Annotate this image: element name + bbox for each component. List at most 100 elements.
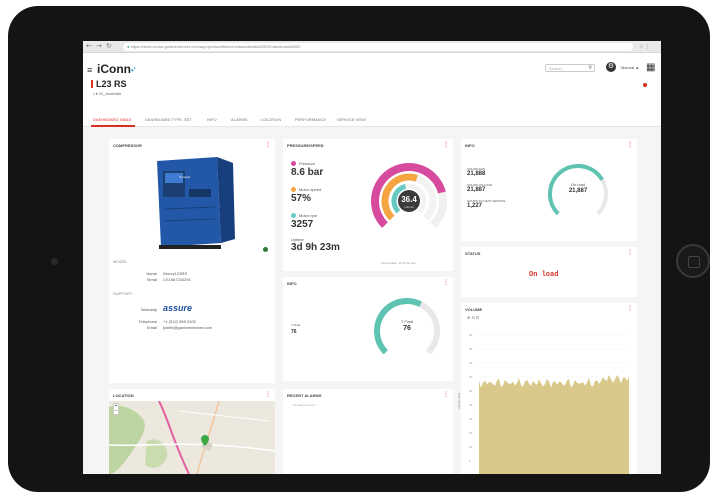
- uptime-value: 3d 9h 23m: [291, 242, 340, 253]
- tab-dashboard-type[interactable]: DASHBOARD TYPE: SET: [145, 117, 192, 122]
- card-menu-icon[interactable]: ⋮: [627, 249, 633, 256]
- tablet-frame: ← → ↻ ● https://demo.iconn.gardnerdenver…: [8, 6, 710, 492]
- search-input[interactable]: Search ⚲: [545, 64, 595, 72]
- card-menu-icon[interactable]: ⋮: [265, 391, 271, 398]
- volume-y-axis-label: Volume flow: [457, 392, 462, 410]
- info-card-title: INFO: [465, 143, 475, 148]
- map-zoom-controls: + −: [113, 403, 119, 415]
- online-status-dot: [263, 247, 268, 252]
- email-label: Email: [146, 325, 157, 330]
- on-load-gauge-label: On load: [570, 182, 585, 187]
- pressure-speed-gauge: 36.4m3/min: [371, 163, 447, 228]
- tab-alarms[interactable]: ALARMS: [231, 117, 247, 122]
- user-menu[interactable]: Manual ▲: [621, 65, 639, 70]
- name-value: Demo/L23RS: [163, 271, 188, 276]
- compressor-card: COMPRESSOR ⋮ Compair MODEL Name Demo/L23…: [109, 139, 275, 383]
- compressor-brand-text: Compair: [179, 175, 191, 179]
- tablet-home-button[interactable]: [676, 244, 710, 278]
- settings-gear-icon[interactable]: ⚙: [606, 62, 616, 72]
- motor-rpm-label: Motor rpm: [299, 213, 318, 218]
- tab-dashboard-table[interactable]: DASHBOARD TABLE: [93, 117, 132, 122]
- logo-mark: •': [131, 66, 136, 75]
- t-final-label: T Final: [291, 323, 301, 327]
- map-zoom-out-button[interactable]: −: [115, 408, 118, 414]
- gauge-center-unit: m3/min: [404, 205, 414, 209]
- pressure-legend-dot: [291, 161, 296, 166]
- temperature-card: INFO ⋮ T Final 76 T Final 76: [283, 277, 453, 381]
- user-label: Manual: [621, 65, 635, 70]
- motor-speed-label: Motor speed: [299, 187, 322, 192]
- page-title: L23 RS: [91, 79, 127, 89]
- location-map[interactable]: [109, 401, 275, 474]
- location-card-title: LOCATION: [113, 393, 134, 398]
- volume-card-title: VOLUME: [465, 307, 483, 312]
- back-icon[interactable]: ←: [86, 42, 92, 50]
- assure-logo: assure: [163, 303, 193, 313]
- volume-y-tick: 90: [469, 333, 473, 337]
- search-icon: ⚲: [588, 65, 592, 71]
- status-card: STATUS ⋮ On load: [461, 247, 637, 297]
- card-menu-icon[interactable]: ⋮: [443, 141, 449, 148]
- motor-rpm-value: 3257: [291, 219, 314, 230]
- card-menu-icon[interactable]: ⋮: [627, 141, 633, 148]
- compressor-image: [157, 157, 235, 249]
- email-value[interactable]: jsmith@gardnerdenver.com: [163, 325, 212, 330]
- forward-icon[interactable]: →: [96, 42, 102, 50]
- hours-run-value: 21,888: [467, 171, 486, 177]
- volume-area-chart[interactable]: [479, 325, 629, 474]
- volume-y-tick: 80: [469, 347, 473, 351]
- status-card-title: STATUS: [465, 251, 481, 256]
- pressure-speed-card: PRESSURE/SPEED ⋮ Pressure 8.6 bar Motor …: [283, 139, 453, 271]
- url-text: https://demo.iconn.gardnerdenver.com/app…: [130, 44, 301, 49]
- last-update-text: Last update: 12:34:55 ago: [381, 261, 416, 265]
- gauge-center-value: 36.4: [401, 195, 417, 204]
- volume-y-tick: 40: [469, 403, 473, 407]
- tab-bar: DASHBOARD TABLE DASHBOARD TYPE: SET INFO…: [83, 113, 661, 127]
- motor-speed-legend-dot: [291, 187, 296, 192]
- page-title-text: L23 RS: [96, 79, 127, 89]
- active-tab-indicator: [91, 125, 135, 127]
- t-final-gauge-label: T Final: [400, 319, 414, 324]
- hamburger-menu-icon[interactable]: ≡: [87, 65, 92, 75]
- hours-to-service-value: 1,227: [467, 203, 483, 209]
- serial-label: Serial: [146, 277, 157, 282]
- tab-service-view[interactable]: SERVICE VIEW: [337, 117, 366, 122]
- tab-performance[interactable]: PERFORMANCE: [295, 117, 326, 122]
- serial-value: CS1567234291: [163, 277, 191, 282]
- chart-zoom-controls[interactable]: ⊕ ⊖ ⊡: [467, 315, 479, 320]
- tab-location[interactable]: LOCATION: [261, 117, 281, 122]
- motor-speed-value: 57%: [291, 193, 312, 204]
- apps-grid-icon[interactable]: ▦: [646, 62, 655, 73]
- browser-bar: ← → ↻ ● https://demo.iconn.gardnerdenver…: [83, 41, 661, 53]
- warranty-label: Warranty: [140, 307, 157, 312]
- iconn-logo[interactable]: iConn•': [97, 62, 136, 76]
- alarms-card-title: RECENT ALARMS: [287, 393, 322, 398]
- tab-info[interactable]: INFO: [207, 117, 217, 122]
- card-menu-icon[interactable]: ⋮: [443, 391, 449, 398]
- reload-icon[interactable]: ↻: [106, 42, 112, 50]
- recent-alarms-card: RECENT ALARMS ⋮ No alarms found: [283, 389, 453, 474]
- telephone-value: +1 (512) 555 0100: [163, 319, 196, 324]
- browser-menu-icon[interactable]: ☆ ⋮: [639, 44, 650, 50]
- card-menu-icon[interactable]: ⋮: [443, 279, 449, 286]
- card-menu-icon[interactable]: ⋮: [627, 305, 633, 312]
- tablet-screen: ← → ↻ ● https://demo.iconn.gardnerdenver…: [83, 41, 661, 474]
- t-final-side-value: 76: [291, 329, 297, 335]
- card-menu-icon[interactable]: ⋮: [265, 141, 271, 148]
- compressor-card-title: COMPRESSOR: [113, 143, 142, 148]
- volume-area: [479, 374, 629, 474]
- volume-y-tick: 20: [469, 431, 473, 435]
- logo-text: iConn: [97, 62, 131, 76]
- pressure-value: 8.6 bar: [291, 167, 324, 178]
- app-header: ≡ iConn•' Search ⚲ ⚙ Manual ▲ ▦ L23 RS • …: [83, 53, 661, 113]
- status-value: On load: [529, 271, 559, 279]
- telephone-label: Telephone: [138, 319, 157, 324]
- hours-on-load-value: 21,887: [467, 187, 486, 193]
- alert-dot-icon[interactable]: [643, 83, 647, 87]
- name-label: Name: [146, 271, 157, 276]
- search-placeholder: Search: [549, 66, 562, 71]
- pressure-card-title: PRESSURE/SPEED: [287, 143, 324, 148]
- info-card: INFO ⋮ HOURS RUN 21,888 HOURS ON LOAD 21…: [461, 139, 637, 241]
- address-bar[interactable]: ● https://demo.iconn.gardnerdenver.com/a…: [123, 43, 633, 51]
- t-final-gauge-value: 76: [403, 325, 411, 332]
